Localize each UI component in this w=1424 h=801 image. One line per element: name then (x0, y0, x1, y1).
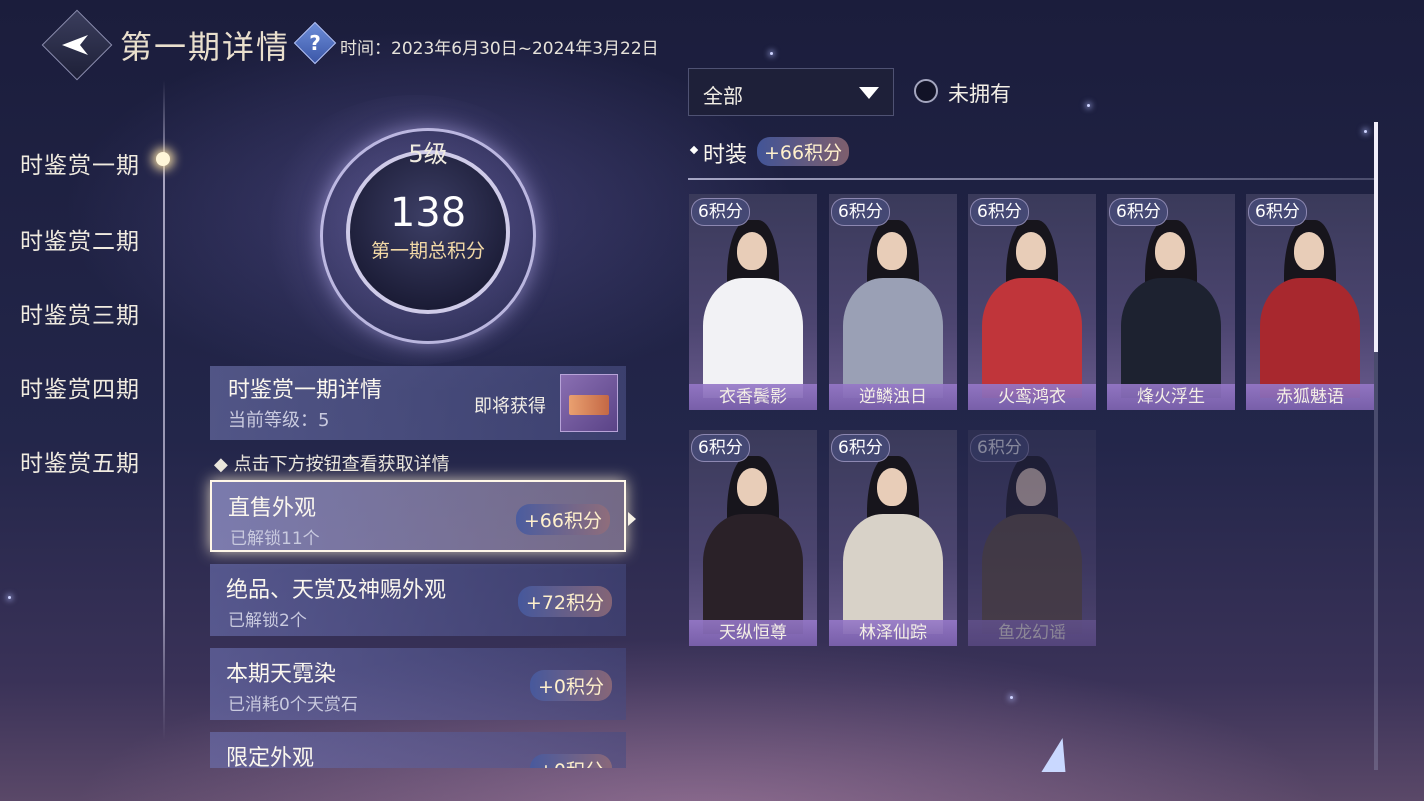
hint-label: 点击下方按钮查看获取详情 (233, 454, 450, 475)
portrait-face (877, 468, 907, 506)
outfit-card[interactable]: 6积分鱼龙幻谣 (968, 430, 1096, 646)
outfit-points-badge: 6积分 (1109, 198, 1168, 226)
category-title: 本期天霓染 (226, 662, 337, 687)
filter-selected-value: 全部 (703, 84, 743, 108)
outfit-card[interactable]: 6积分天纵恒尊 (689, 430, 817, 646)
hint-text: ◆ 点击下方按钮查看获取详情 (214, 454, 450, 475)
filter-dropdown[interactable]: 全部 (688, 68, 894, 116)
portrait-outfit (982, 278, 1082, 398)
period-detail-card[interactable]: 时鉴赏一期详情 当前等级：5 即将获得 (210, 366, 626, 440)
star-decoration (1364, 130, 1367, 133)
portrait-face (737, 232, 767, 270)
section-points: +66积分 (757, 137, 850, 166)
chevron-down-icon (859, 87, 879, 99)
sidebar-item-period-1[interactable]: 时鉴赏一期 (20, 146, 140, 180)
section-title: 时装 (703, 143, 748, 168)
outfit-points-badge: 6积分 (1248, 198, 1307, 226)
portrait-face (877, 232, 907, 270)
sidebar-item-period-2[interactable]: 时鉴赏二期 (20, 222, 140, 256)
portrait-face (1155, 232, 1185, 270)
sidebar-item-period-3[interactable]: 时鉴赏三期 (20, 296, 140, 330)
portrait-outfit (843, 514, 943, 634)
outfit-name: 天纵恒尊 (689, 620, 817, 646)
sidebar-active-indicator (156, 152, 170, 166)
portrait-outfit (1121, 278, 1221, 398)
scrollbar-thumb[interactable] (1374, 122, 1378, 352)
portrait-outfit (703, 278, 803, 398)
category-dye[interactable]: 本期天霓染 已消耗0个天赏石 +0积分 (210, 648, 626, 720)
outfit-name: 火鸾鸿衣 (968, 384, 1096, 410)
date-range: 时间：2023年6月30日~2024年3月22日 (340, 39, 659, 59)
category-limited[interactable]: 限定外观 +0积分 (210, 732, 626, 768)
category-subtitle: 已消耗0个天赏石 (228, 695, 358, 715)
category-subtitle: 已解锁2个 (228, 611, 307, 631)
star-decoration (1010, 696, 1013, 699)
outfit-card[interactable]: 6积分赤狐魅语 (1246, 194, 1374, 410)
portrait-outfit (1260, 278, 1360, 398)
portrait-face (1016, 468, 1046, 506)
active-pointer-icon (628, 512, 636, 526)
outfit-points-badge: 6积分 (970, 434, 1029, 462)
category-points: +0积分 (529, 670, 612, 701)
back-arrow-icon (62, 35, 88, 55)
category-points: +72积分 (517, 586, 612, 617)
star-decoration (8, 596, 11, 599)
total-score: 138 (389, 190, 467, 236)
sidebar-item-period-5[interactable]: 时鉴赏五期 (20, 444, 140, 478)
outfit-card[interactable]: 6积分衣香鬓影 (689, 194, 817, 410)
sidebar-item-period-4[interactable]: 时鉴赏四期 (20, 370, 140, 404)
outfit-points-badge: 6积分 (831, 434, 890, 462)
section-bullet-icon (689, 145, 699, 155)
outfit-name: 林泽仙踪 (829, 620, 957, 646)
sidebar-divider (163, 80, 165, 740)
outfit-name: 赤狐魅语 (1246, 384, 1374, 410)
category-premium[interactable]: 绝品、天赏及神赐外观 已解锁2个 +72积分 (210, 564, 626, 636)
portrait-outfit (843, 278, 943, 398)
coming-soon-label: 即将获得 (474, 396, 546, 417)
help-icon: ? (309, 31, 321, 55)
scrollbar[interactable] (1374, 122, 1378, 770)
outfit-points-badge: 6积分 (691, 198, 750, 226)
portrait-face (737, 468, 767, 506)
outfit-card[interactable]: 6积分逆鳞浊日 (829, 194, 957, 410)
unowned-radio[interactable] (914, 79, 938, 103)
star-decoration (1087, 104, 1090, 107)
current-level: 当前等级：5 (228, 410, 330, 431)
outfit-points-badge: 6积分 (691, 434, 750, 462)
reward-preview[interactable] (560, 374, 618, 432)
outfit-points-badge: 6积分 (831, 198, 890, 226)
outfit-name: 鱼龙幻谣 (968, 620, 1096, 646)
category-title: 绝品、天赏及神赐外观 (226, 578, 447, 603)
total-score-label: 第一期总积分 (370, 240, 485, 262)
outfit-name: 衣香鬓影 (689, 384, 817, 410)
category-direct-sale[interactable]: 直售外观 已解锁11个 +66积分 (210, 480, 626, 552)
outfit-name: 烽火浮生 (1107, 384, 1235, 410)
portrait-face (1016, 232, 1046, 270)
outfit-card[interactable]: 6积分林泽仙踪 (829, 430, 957, 646)
crystal-decoration-icon (1041, 738, 1075, 772)
page-title: 第一期详情 (120, 28, 291, 66)
category-subtitle: 已解锁11个 (230, 529, 320, 549)
category-title: 直售外观 (228, 496, 317, 521)
portrait-outfit (703, 514, 803, 634)
outfit-name: 逆鳞浊日 (829, 384, 957, 410)
portrait-face (1294, 232, 1324, 270)
category-points: +66积分 (515, 504, 610, 535)
category-title: 限定外观 (226, 746, 315, 768)
outfit-points-badge: 6积分 (970, 198, 1029, 226)
section-divider (688, 178, 1374, 180)
unowned-label[interactable]: 未拥有 (948, 78, 1011, 108)
outfit-card[interactable]: 6积分烽火浮生 (1107, 194, 1235, 410)
category-points: +0积分 (529, 754, 612, 768)
star-decoration (770, 52, 773, 55)
level-label: 5级 (408, 140, 448, 168)
portrait-outfit (982, 514, 1082, 634)
ticket-icon (569, 395, 609, 415)
period-detail-title: 时鉴赏一期详情 (228, 378, 383, 403)
outfit-card[interactable]: 6积分火鸾鸿衣 (968, 194, 1096, 410)
